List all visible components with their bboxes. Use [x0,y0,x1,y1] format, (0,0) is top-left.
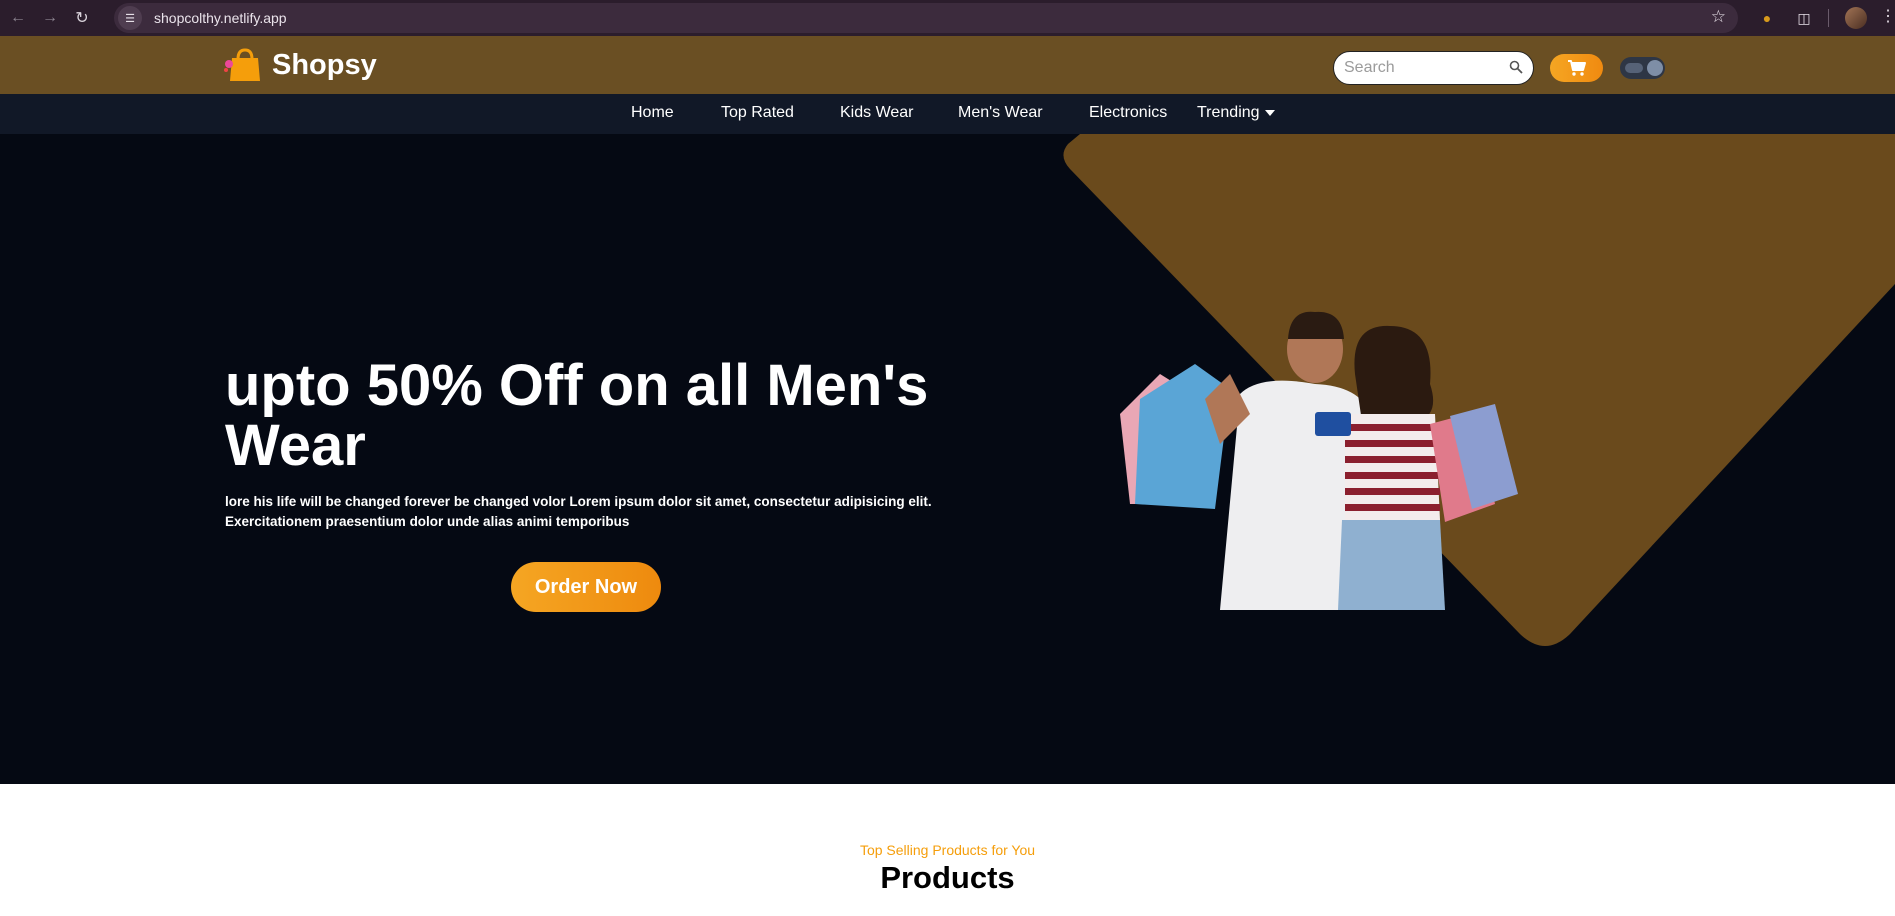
search-input[interactable] [1344,59,1504,77]
cart-icon [1567,60,1586,76]
hero-couple-image [1120,311,1518,610]
hero-title: upto 50% Off on all Men's Wear [225,353,929,478]
toggle-track [1625,63,1643,73]
reload-icon[interactable]: ↻ [68,4,96,32]
site-logo[interactable]: Shopsy [224,48,377,82]
search-icon[interactable] [1509,60,1523,74]
products-title: Products [880,860,1015,895]
bookmark-star-icon[interactable]: ☆ [1711,7,1726,27]
extension-bug-icon[interactable]: ● [1756,7,1778,29]
forward-icon[interactable]: → [36,4,64,32]
chevron-down-icon [1264,109,1275,116]
nav-item-mens-wear[interactable]: Men's Wear [958,104,1043,122]
site-settings-icon[interactable]: ☰ [118,6,142,30]
address-bar[interactable]: ☰ shopcolthy.netlify.app ☆ [114,3,1738,33]
products-section: Top Selling Products for You Products [0,784,1895,916]
nav-item-home[interactable]: Home [631,104,674,122]
hero-description: lore his life will be changed forever be… [225,494,932,529]
search-box[interactable] [1333,51,1534,85]
nav-item-trending-label: Trending [1197,104,1260,121]
shopping-bag-logo-icon [224,48,260,81]
toolbar-divider [1828,9,1829,27]
browser-menu-icon[interactable]: ⋮ [1880,6,1895,28]
cart-button[interactable] [1550,54,1603,82]
site-header: Shopsy [0,36,1895,94]
url-text[interactable]: shopcolthy.netlify.app [154,10,287,26]
nav-item-kids-wear[interactable]: Kids Wear [840,104,914,122]
extensions-puzzle-icon[interactable]: ◫ [1793,7,1815,29]
logo-text: Shopsy [272,48,377,81]
order-now-button[interactable]: Order Now [511,562,661,612]
toggle-knob [1647,60,1663,76]
profile-avatar[interactable] [1845,7,1867,29]
nav-item-trending[interactable]: Trending [1197,104,1275,122]
products-subtitle: Top Selling Products for You [859,842,1036,858]
main-nav: Home Top Rated Kids Wear Men's Wear Elec… [0,94,1895,134]
dark-mode-toggle[interactable] [1620,57,1665,79]
browser-toolbar: ← → ↻ ☰ shopcolthy.netlify.app ☆ ● ◫ ⋮ [0,0,1895,36]
nav-item-electronics[interactable]: Electronics [1089,104,1167,122]
nav-item-top-rated[interactable]: Top Rated [721,104,794,122]
back-icon[interactable]: ← [4,4,32,32]
hero-section: upto 50% Off on all Men's Wear lore his … [0,134,1895,784]
